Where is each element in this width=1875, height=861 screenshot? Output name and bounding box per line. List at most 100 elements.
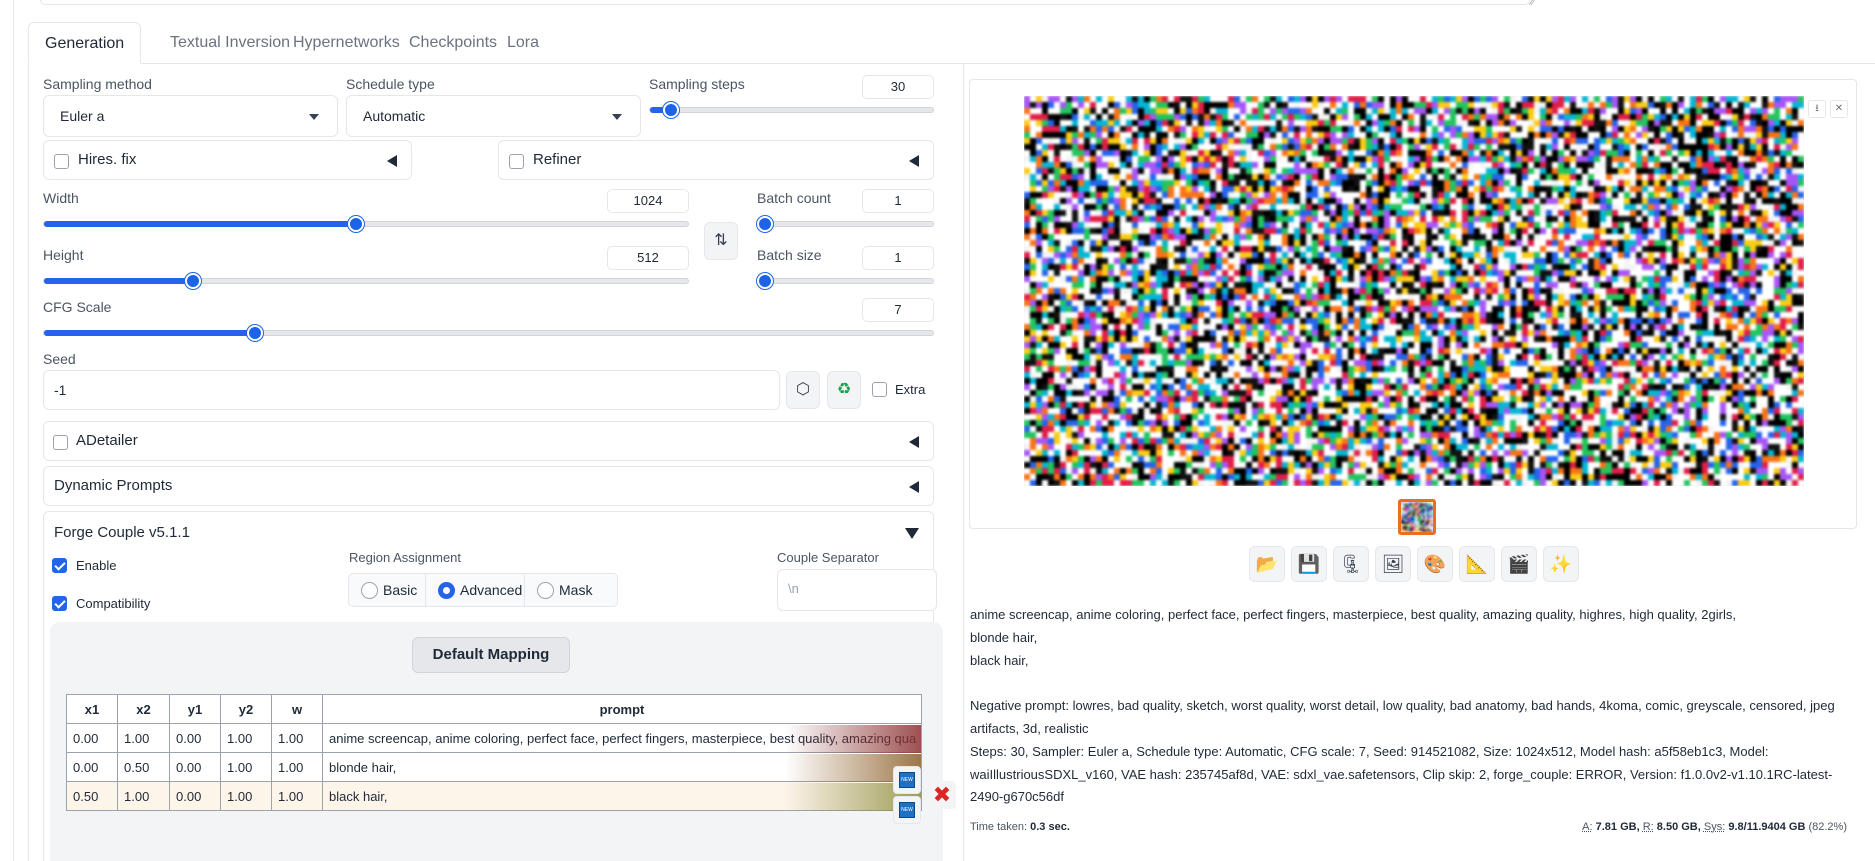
image-icon[interactable]: 🖼 [1375,546,1411,582]
cfg-scale-input[interactable]: 7 [862,298,934,322]
sampling-method-dropdown[interactable]: Euler a [43,95,338,137]
time-taken-label: Time taken: [970,821,1027,833]
collapse-arrow-icon[interactable] [909,436,919,448]
height-input[interactable]: 512 [607,246,689,270]
cell-prompt[interactable]: anime screencap, anime coloring, perfect… [323,724,922,753]
slider-thumb[interactable] [185,273,201,289]
slider-thumb[interactable] [348,216,364,232]
cell-w[interactable]: 1.00 [272,782,323,811]
height-label: Height [43,247,83,263]
batch-count-input[interactable]: 1 [862,189,934,213]
prompt-textarea-edge[interactable] [40,0,1530,5]
default-mapping-button[interactable]: Default Mapping [412,637,570,673]
cell-x2[interactable]: 0.50 [118,753,170,782]
forge-couple-label[interactable]: Forge Couple v5.1.1 [54,524,190,541]
main-tabs: Generation Textual Inversion Hypernetwor… [28,22,1875,64]
sampling-steps-label: Sampling steps [649,76,745,92]
clapper-icon[interactable]: 🎬 [1501,546,1537,582]
cell-prompt[interactable]: blonde hair, [323,753,922,782]
new-row-above-button[interactable]: NEW [893,766,921,794]
download-icon[interactable]: ⭳ [1808,100,1826,118]
params-line: Steps: 30, Sampler: Euler a, Schedule ty… [970,741,1860,809]
info-line [970,672,1860,695]
seed-extra-checkbox[interactable] [872,382,887,397]
cell-x1[interactable]: 0.00 [67,753,118,782]
mem-r-value: 8.50 GB, [1657,821,1701,833]
cell-y1[interactable]: 0.00 [170,782,221,811]
batch-size-slider[interactable] [764,278,934,284]
height-slider[interactable] [43,278,689,284]
width-input[interactable]: 1024 [607,189,689,213]
cell-prompt[interactable]: black hair, [323,782,922,811]
mapping-area: Default Mapping x1 x2 y1 y2 w prompt 0.0… [50,622,943,861]
delete-row-button[interactable]: ✖ [928,781,956,809]
random-seed-button[interactable]: ⬡ [786,371,820,409]
gallery-thumbnail[interactable] [1398,499,1436,535]
tab-lora[interactable]: Lora [491,22,555,64]
cell-y2[interactable]: 1.00 [221,782,272,811]
new-row-below-button[interactable]: NEW [893,796,921,824]
time-taken: Time taken: 0.3 sec. [970,821,1070,833]
dice-icon: ⬡ [796,381,810,398]
swap-dimensions-button[interactable]: ⇅ [704,222,738,260]
adetailer-checkbox[interactable] [53,435,68,450]
slider-thumb[interactable] [757,273,773,289]
slider-thumb[interactable] [663,102,679,118]
resize-handle-icon[interactable]: ⁄⁄ [1531,0,1535,8]
cell-y1[interactable]: 0.00 [170,724,221,753]
hires-fix-label: Hires. fix [78,151,136,168]
table-row[interactable]: 0.00 0.50 0.00 1.00 1.00 blonde hair, [67,753,922,782]
collapse-arrow-icon[interactable] [387,155,397,167]
region-basic-radio[interactable]: Basic [349,574,426,606]
generated-image[interactable] [1024,96,1804,486]
zip-icon[interactable]: 🗜 [1333,546,1369,582]
collapse-arrow-icon[interactable] [909,481,919,493]
cell-x2[interactable]: 1.00 [118,782,170,811]
cell-w[interactable]: 1.00 [272,724,323,753]
width-slider[interactable] [43,221,689,227]
cfg-scale-slider[interactable] [43,330,934,336]
output-panel: ⭳ ✕ 📂 💾 🗜 🖼 🎨 📐 🎬 ✨ anime screencap, ani… [963,64,1875,861]
sparkle-icon[interactable]: ✨ [1543,546,1579,582]
region-mask-radio[interactable]: Mask [525,574,619,606]
tab-generation[interactable]: Generation [28,22,141,64]
reuse-seed-button[interactable]: ♻ [827,371,861,409]
batch-size-input[interactable]: 1 [862,246,934,270]
cell-x1[interactable]: 0.50 [67,782,118,811]
info-line: black hair, [970,650,1860,673]
table-row[interactable]: 0.50 1.00 0.00 1.00 1.00 black hair, [67,782,922,811]
cell-w[interactable]: 1.00 [272,753,323,782]
collapse-arrow-icon[interactable] [909,155,919,167]
couple-enable-checkbox[interactable] [52,558,67,573]
refiner-checkbox[interactable] [509,154,524,169]
close-icon[interactable]: ✕ [1830,100,1848,118]
ruler-icon[interactable]: 📐 [1459,546,1495,582]
hires-fix-checkbox[interactable] [54,154,69,169]
folder-icon[interactable]: 📂 [1249,546,1285,582]
seed-input[interactable]: -1 [43,370,780,410]
cell-y2[interactable]: 1.00 [221,724,272,753]
table-row[interactable]: 0.00 1.00 0.00 1.00 1.00 anime screencap… [67,724,922,753]
expand-arrow-icon[interactable] [905,528,919,539]
couple-separator-input[interactable]: \n [777,569,937,611]
schedule-type-dropdown[interactable]: Automatic [346,95,641,137]
sampling-method-label: Sampling method [43,76,152,92]
sampling-method-value: Euler a [60,108,104,124]
cell-y2[interactable]: 1.00 [221,753,272,782]
sampling-steps-input[interactable]: 30 [862,75,934,99]
slider-thumb[interactable] [757,216,773,232]
slider-thumb[interactable] [247,325,263,341]
palette-icon[interactable]: 🎨 [1417,546,1453,582]
cell-x2[interactable]: 1.00 [118,724,170,753]
dynamic-prompts-accordion[interactable]: Dynamic Prompts [43,466,934,506]
save-icon[interactable]: 💾 [1291,546,1327,582]
sampling-steps-slider[interactable] [649,107,934,113]
adetailer-accordion[interactable]: ADetailer [43,421,934,461]
couple-compatibility-checkbox[interactable] [52,596,67,611]
batch-count-slider[interactable] [764,221,934,227]
hires-fix-accordion[interactable]: Hires. fix [43,140,412,180]
cell-y1[interactable]: 0.00 [170,753,221,782]
refiner-accordion[interactable]: Refiner [498,140,934,180]
region-advanced-radio[interactable]: Advanced [426,574,525,606]
cell-x1[interactable]: 0.00 [67,724,118,753]
